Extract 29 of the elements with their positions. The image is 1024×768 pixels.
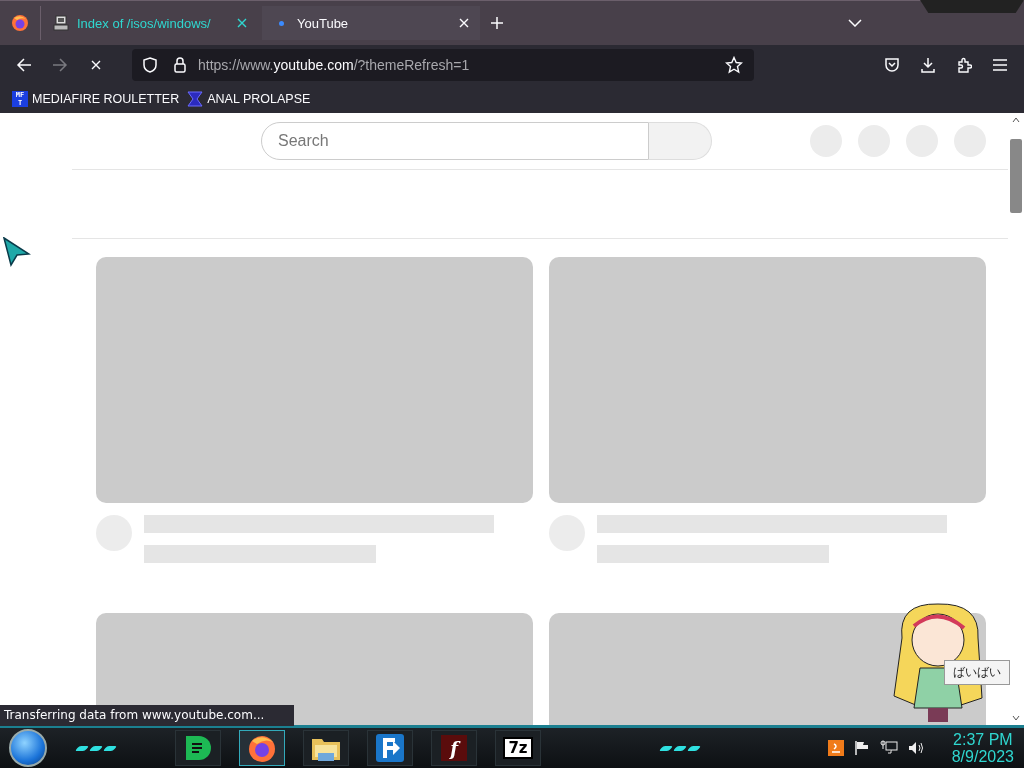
clock[interactable]: 2:37 PM 8/9/2023 [951, 731, 1014, 765]
address-bar[interactable]: https://www.youtube.com/?themeRefresh=1 [132, 49, 754, 81]
cursor-icon [3, 237, 31, 267]
status-text: Transferring data from www.youtube.com... [4, 708, 265, 722]
indicator-lights-drawing [77, 745, 115, 751]
chevron-down-icon[interactable] [848, 19, 862, 27]
search-field[interactable]: Search [261, 122, 649, 160]
bookmark-icon [187, 91, 204, 107]
browser-tab[interactable]: Index of /isos/windows/ [40, 6, 258, 40]
scrollbar-thumb[interactable] [1010, 139, 1022, 213]
browser-logo-icon[interactable] [247, 733, 277, 763]
url-text: https://www.youtube.com/?themeRefresh=1 [198, 57, 471, 73]
browser-tab[interactable]: YouTube [262, 6, 480, 40]
app-icon[interactable] [183, 733, 213, 763]
new-tab-icon[interactable] [490, 16, 504, 30]
flash-icon[interactable]: f [441, 735, 467, 761]
archive-icon[interactable]: 7z [503, 737, 533, 759]
browser-logo-icon[interactable] [11, 14, 29, 32]
volume-icon[interactable] [907, 740, 926, 756]
scroll-up-icon[interactable] [1012, 117, 1020, 123]
flag-icon[interactable] [853, 740, 870, 756]
indicator-lights-drawing [661, 745, 699, 751]
start-button[interactable] [9, 729, 47, 767]
app-tray-icon[interactable] [827, 740, 844, 756]
scroll-down-icon[interactable] [1012, 715, 1020, 721]
speech-bubble: ばいばい [944, 660, 1010, 685]
bookmark-item[interactable]: ANAL PROLAPSE [185, 89, 313, 109]
network-icon[interactable] [879, 740, 898, 756]
close-icon[interactable] [236, 17, 248, 29]
